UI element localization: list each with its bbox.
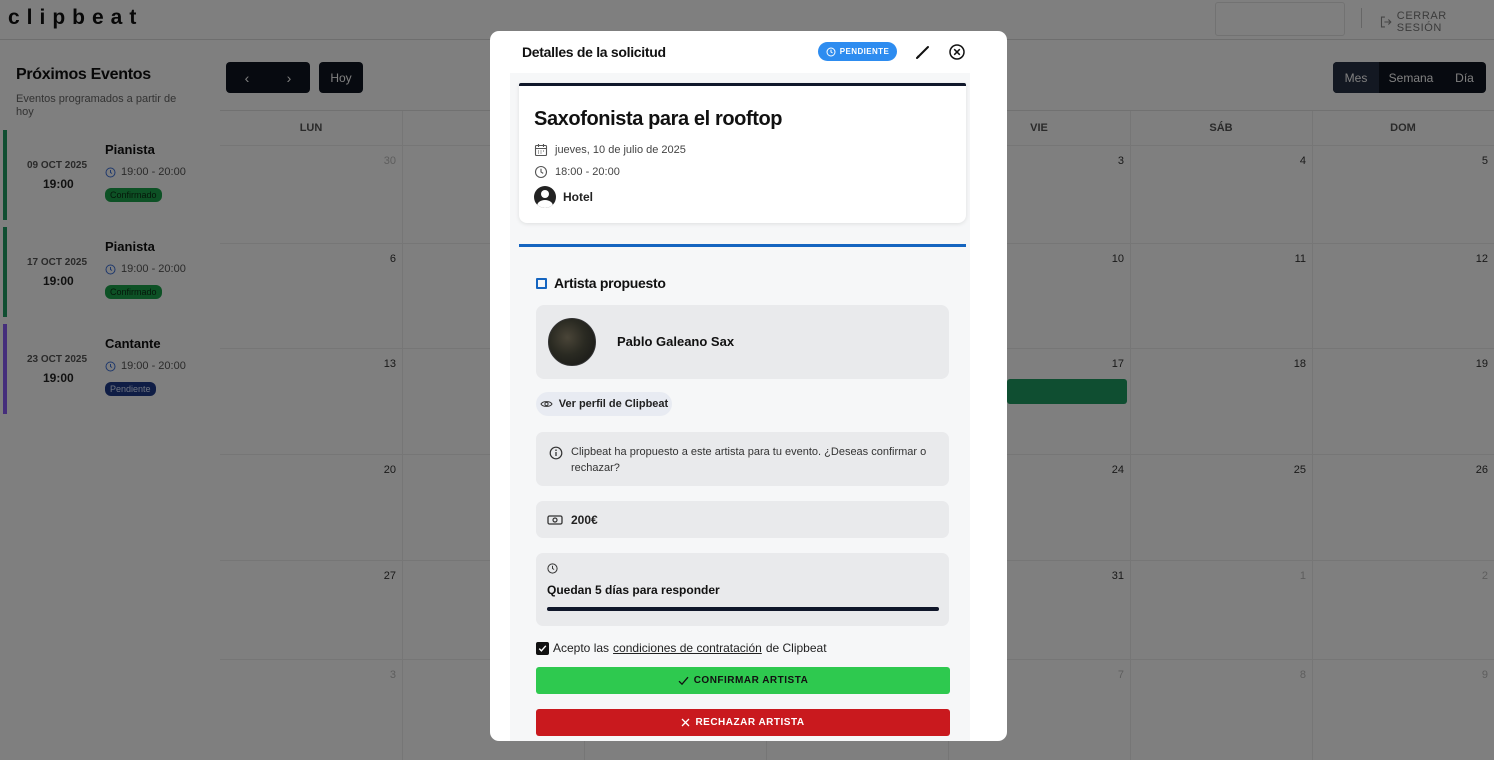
- eye-icon: [540, 401, 553, 407]
- deadline-text: Quedan 5 días para responder: [547, 583, 720, 597]
- clock-icon: [826, 47, 836, 56]
- clock-icon: [547, 563, 558, 574]
- terms-row: Acepto las condiciones de contratación d…: [536, 641, 827, 655]
- modal-title: Detalles de la solicitud: [522, 44, 666, 60]
- event-summary-card: Saxofonista para el rooftop jueves, 10 d…: [519, 83, 966, 223]
- event-hours-row: 18:00 - 20:00: [534, 165, 620, 179]
- view-profile-link[interactable]: Ver perfil de Clipbeat: [536, 392, 672, 416]
- deadline-progress-bar: [547, 607, 939, 611]
- event-host: Hotel: [534, 186, 593, 208]
- price-value: 200€: [571, 512, 598, 527]
- event-date-row: jueves, 10 de julio de 2025: [534, 143, 686, 157]
- price-box: 200€: [536, 501, 949, 538]
- status-badge: PENDIENTE: [818, 42, 897, 61]
- event-hours: 18:00 - 20:00: [555, 166, 620, 178]
- confirm-artist-label: CONFIRMAR ARTISTA: [693, 675, 809, 686]
- info-text: Clipbeat ha propuesto a este artista par…: [571, 446, 927, 474]
- info-icon: [549, 446, 563, 460]
- section-title-label: Artista propuesto: [554, 275, 666, 291]
- modal-body[interactable]: Saxofonista para el rooftop jueves, 10 d…: [510, 73, 970, 741]
- close-icon[interactable]: [948, 43, 966, 61]
- edit-icon[interactable]: [914, 43, 932, 61]
- modal-header: Detalles de la solicitud PENDIENTE: [490, 31, 1007, 73]
- money-icon: [547, 514, 563, 525]
- terms-link[interactable]: condiciones de contratación: [613, 641, 762, 655]
- status-label: PENDIENTE: [839, 47, 890, 56]
- close-icon: [681, 718, 690, 727]
- view-profile-label: Ver perfil de Clipbeat: [558, 398, 669, 410]
- artist-box: Pablo Galeano Sax: [536, 305, 949, 379]
- calendar-icon: [534, 144, 548, 157]
- info-message: Clipbeat ha propuesto a este artista par…: [536, 432, 949, 486]
- request-details-modal: Detalles de la solicitud PENDIENTE Saxof…: [490, 31, 1007, 741]
- check-icon: [678, 676, 689, 685]
- host-name: Hotel: [563, 190, 593, 204]
- event-date: jueves, 10 de julio de 2025: [555, 144, 686, 156]
- check-icon: [538, 644, 547, 652]
- user-avatar-icon: [534, 186, 556, 208]
- terms-checkbox[interactable]: [536, 641, 549, 655]
- artist-avatar: [548, 318, 596, 366]
- terms-suffix: de Clipbeat: [765, 641, 827, 655]
- reject-artist-button[interactable]: RECHAZAR ARTISTA: [536, 709, 950, 736]
- confirm-artist-button[interactable]: CONFIRMAR ARTISTA: [536, 667, 950, 694]
- deadline-box: Quedan 5 días para responder: [536, 553, 949, 626]
- artist-name: Pablo Galeano Sax: [617, 334, 735, 349]
- event-title: Saxofonista para el rooftop: [534, 108, 783, 130]
- section-title: Artista propuesto: [536, 275, 666, 291]
- reject-artist-label: RECHAZAR ARTISTA: [695, 717, 805, 728]
- proposed-artist-card: Artista propuesto Pablo Galeano Sax Ver …: [519, 244, 966, 741]
- terms-prefix: Acepto las: [553, 641, 610, 655]
- clock-icon: [534, 165, 548, 179]
- square-icon: [536, 277, 547, 289]
- deadline-progress-fill: [547, 607, 939, 611]
